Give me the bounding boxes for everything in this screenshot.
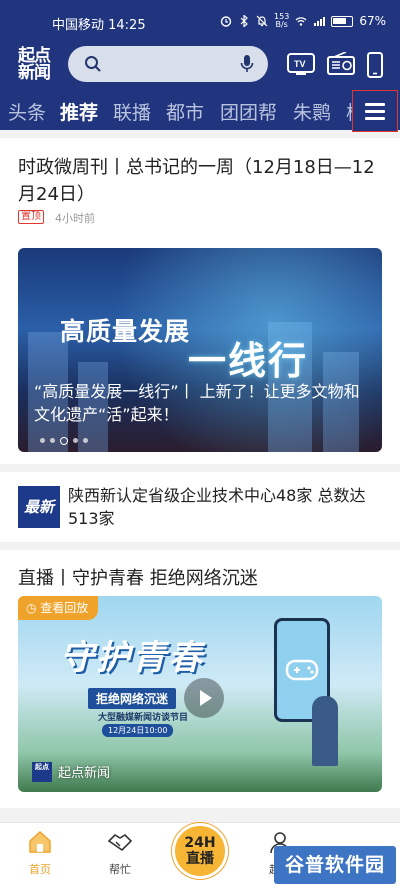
tab-tuantuanbang[interactable]: 团团帮 <box>220 98 277 125</box>
nav-help-label: 帮忙 <box>109 863 131 876</box>
live-button-line1: 24H <box>184 835 216 851</box>
brand-name: 起点新闻 <box>58 766 111 781</box>
carousel-dot[interactable] <box>50 438 55 443</box>
channel-tabs: 头条 推荐 联播 都市 团团帮 朱鹮 校 <box>0 92 400 130</box>
poster-strip: 拒绝网络沉迷 <box>88 688 177 709</box>
battery-level: 67% <box>359 14 386 28</box>
carousel-dots <box>40 437 88 445</box>
pinned-badge: 置顶 <box>18 210 44 224</box>
poster-title: 守护青春 <box>60 638 204 678</box>
net-speed: 153 B/s <box>274 13 289 29</box>
news-item-title[interactable]: 陕西新认定省级企业技术中心48家 总数达513家 <box>68 484 384 530</box>
search-input[interactable] <box>108 52 238 76</box>
tab-toutiao[interactable]: 头条 <box>8 98 46 125</box>
nav-help[interactable]: 帮忙 <box>90 829 150 877</box>
phone-icon[interactable] <box>366 52 384 78</box>
wifi-icon <box>295 17 307 26</box>
svg-text:TV: TV <box>294 59 306 69</box>
replay-icon: ◷ <box>26 601 41 615</box>
video-thumbnail[interactable]: ◷ 查看回放 守护青春 拒绝网络沉迷 大型融媒新闻访谈节目 12月24日10:0… <box>18 596 382 792</box>
article-time: 4小时前 <box>55 212 95 225</box>
bluetooth-icon <box>240 15 248 27</box>
latest-badge-icon: 最新 <box>18 486 60 528</box>
signal-icon <box>314 17 326 26</box>
live-item-card[interactable]: 直播丨守护青春 拒绝网络沉迷 ◷ 查看回放 守护青春 拒绝网络沉迷 大型融媒新闻… <box>0 550 400 808</box>
banner-carousel[interactable]: 高质量发展 一线行 “高质量发展一线行”丨 上新了！让更多文物和文化遗产“活”起… <box>18 248 382 452</box>
logo-line-2: 新闻 <box>18 63 51 83</box>
gamepad-icon <box>285 659 319 681</box>
battery-icon <box>331 15 354 27</box>
net-speed-unit: B/s <box>275 20 288 29</box>
tab-lianbo[interactable]: 联播 <box>113 98 151 125</box>
app-logo[interactable]: 起点 新闻 <box>18 48 62 84</box>
tab-zhuhuan[interactable]: 朱鹮 <box>293 98 331 125</box>
radio-icon[interactable] <box>326 52 356 76</box>
banner-caption[interactable]: “高质量发展一线行”丨 上新了！让更多文物和文化遗产“活”起来！ <box>34 380 374 426</box>
nav-home-label: 首页 <box>29 863 51 876</box>
nav-home[interactable]: 首页 <box>10 829 70 877</box>
carousel-dot[interactable] <box>60 437 68 445</box>
live-item-title[interactable]: 直播丨守护青春 拒绝网络沉迷 <box>18 564 258 590</box>
app-header: 中国移动 14:25 153 B/s 67% 起点 新闻 TV 头条 推荐 联播 … <box>0 0 400 132</box>
microphone-icon[interactable] <box>240 54 254 74</box>
alarm-icon <box>220 16 232 27</box>
home-icon <box>29 830 51 853</box>
tab-recommend[interactable]: 推荐 <box>60 98 98 125</box>
carousel-dot[interactable] <box>73 438 78 443</box>
mute-icon <box>256 15 268 27</box>
poster-date: 12月24日10:00 <box>102 724 174 737</box>
channel-menu-button[interactable] <box>352 90 398 132</box>
top-article-title[interactable]: 时政微周刊丨总书记的一周（12月18日—12月24日） <box>18 154 384 208</box>
news-item[interactable]: 最新 陕西新认定省级企业技术中心48家 总数达513家 <box>0 472 400 542</box>
status-icons: 153 B/s 67% <box>220 13 386 29</box>
search-icon <box>85 56 101 72</box>
tv-icon[interactable]: TV <box>286 52 316 76</box>
replay-label: 查看回放 <box>40 601 89 615</box>
poster-subtitle: 大型融媒新闻访谈节目 <box>98 713 189 723</box>
replay-badge[interactable]: ◷ 查看回放 <box>18 596 99 620</box>
search-bar[interactable] <box>68 46 268 82</box>
status-bar: 中国移动 14:25 153 B/s 67% <box>0 0 400 44</box>
handshake-icon <box>107 833 133 852</box>
site-watermark: 谷普软件园 <box>274 846 396 884</box>
play-icon <box>200 690 212 706</box>
banner-headline-brush: 一线行 <box>188 338 309 383</box>
banner-headline: 高质量发展 <box>60 317 191 346</box>
live-24h-button[interactable]: 24H 直播 <box>172 823 228 879</box>
brand-logo: 起点 <box>32 762 52 782</box>
carrier-time: 中国移动 14:25 <box>52 18 146 33</box>
carousel-dot[interactable] <box>40 438 45 443</box>
play-button[interactable] <box>184 678 224 718</box>
live-button-line2: 直播 <box>186 851 214 867</box>
tab-dushi[interactable]: 都市 <box>166 98 204 125</box>
poster-child-figure <box>312 696 338 766</box>
top-article-card[interactable]: 时政微周刊丨总书记的一周（12月18日—12月24日） 置顶 4小时前 高质量发… <box>0 138 400 464</box>
carousel-dot[interactable] <box>83 438 88 443</box>
